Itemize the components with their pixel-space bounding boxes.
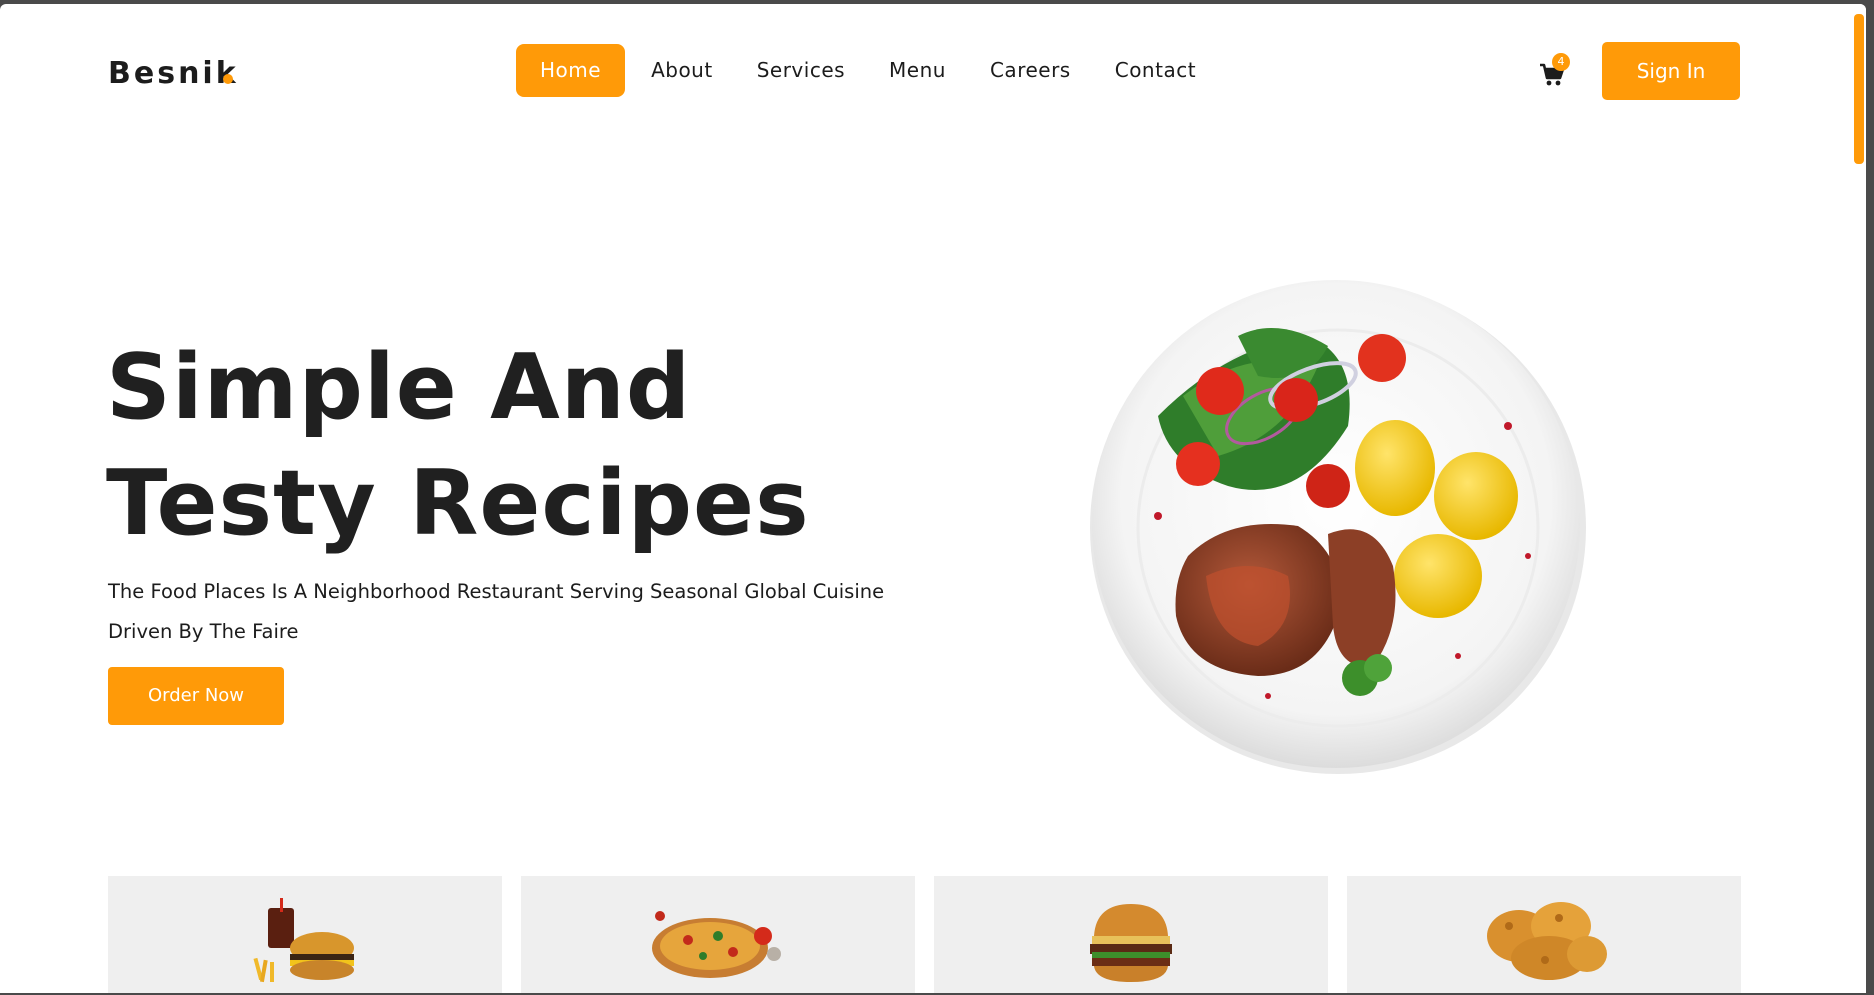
food-plate-image	[1088, 276, 1588, 776]
nav-item-about[interactable]: About	[629, 44, 735, 97]
main-nav: Home About Services Menu Careers Contact	[516, 44, 1218, 97]
order-now-button[interactable]: Order Now	[108, 667, 284, 725]
category-card-burger-combo[interactable]	[108, 876, 502, 993]
nav-item-home[interactable]: Home	[516, 44, 626, 97]
sign-in-button[interactable]: Sign In	[1602, 42, 1740, 100]
fried-chicken-image	[1487, 902, 1607, 980]
brand-logo-dot	[223, 74, 233, 84]
nav-item-careers[interactable]: Careers	[968, 44, 1093, 97]
browser-viewport: Besnik Home About Services Menu Careers …	[0, 4, 1866, 993]
pizza-image	[652, 911, 781, 978]
category-card-fried-chicken[interactable]	[1347, 876, 1741, 993]
nav-item-services[interactable]: Services	[735, 44, 867, 97]
cart-count-badge: 4	[1552, 53, 1570, 71]
nav-item-menu[interactable]: Menu	[867, 44, 968, 97]
burger-image	[1090, 904, 1172, 982]
category-card-burger[interactable]	[934, 876, 1328, 993]
hero-title: Simple And Testy Recipes	[106, 330, 966, 562]
brand-logo[interactable]: Besnik	[108, 56, 239, 91]
hero-subtitle: The Food Places Is A Neighborhood Restau…	[108, 580, 885, 643]
hero-title-line-1: Simple And	[106, 335, 692, 440]
burger-combo-image	[253, 898, 354, 983]
nav-item-contact[interactable]: Contact	[1093, 44, 1218, 97]
category-cards	[108, 876, 1741, 993]
category-card-pizza[interactable]	[521, 876, 915, 993]
hero-title-line-2: Testy Recipes	[106, 451, 810, 556]
scrollbar-thumb[interactable]	[1854, 14, 1864, 164]
page-scrollbar[interactable]	[1852, 4, 1866, 993]
